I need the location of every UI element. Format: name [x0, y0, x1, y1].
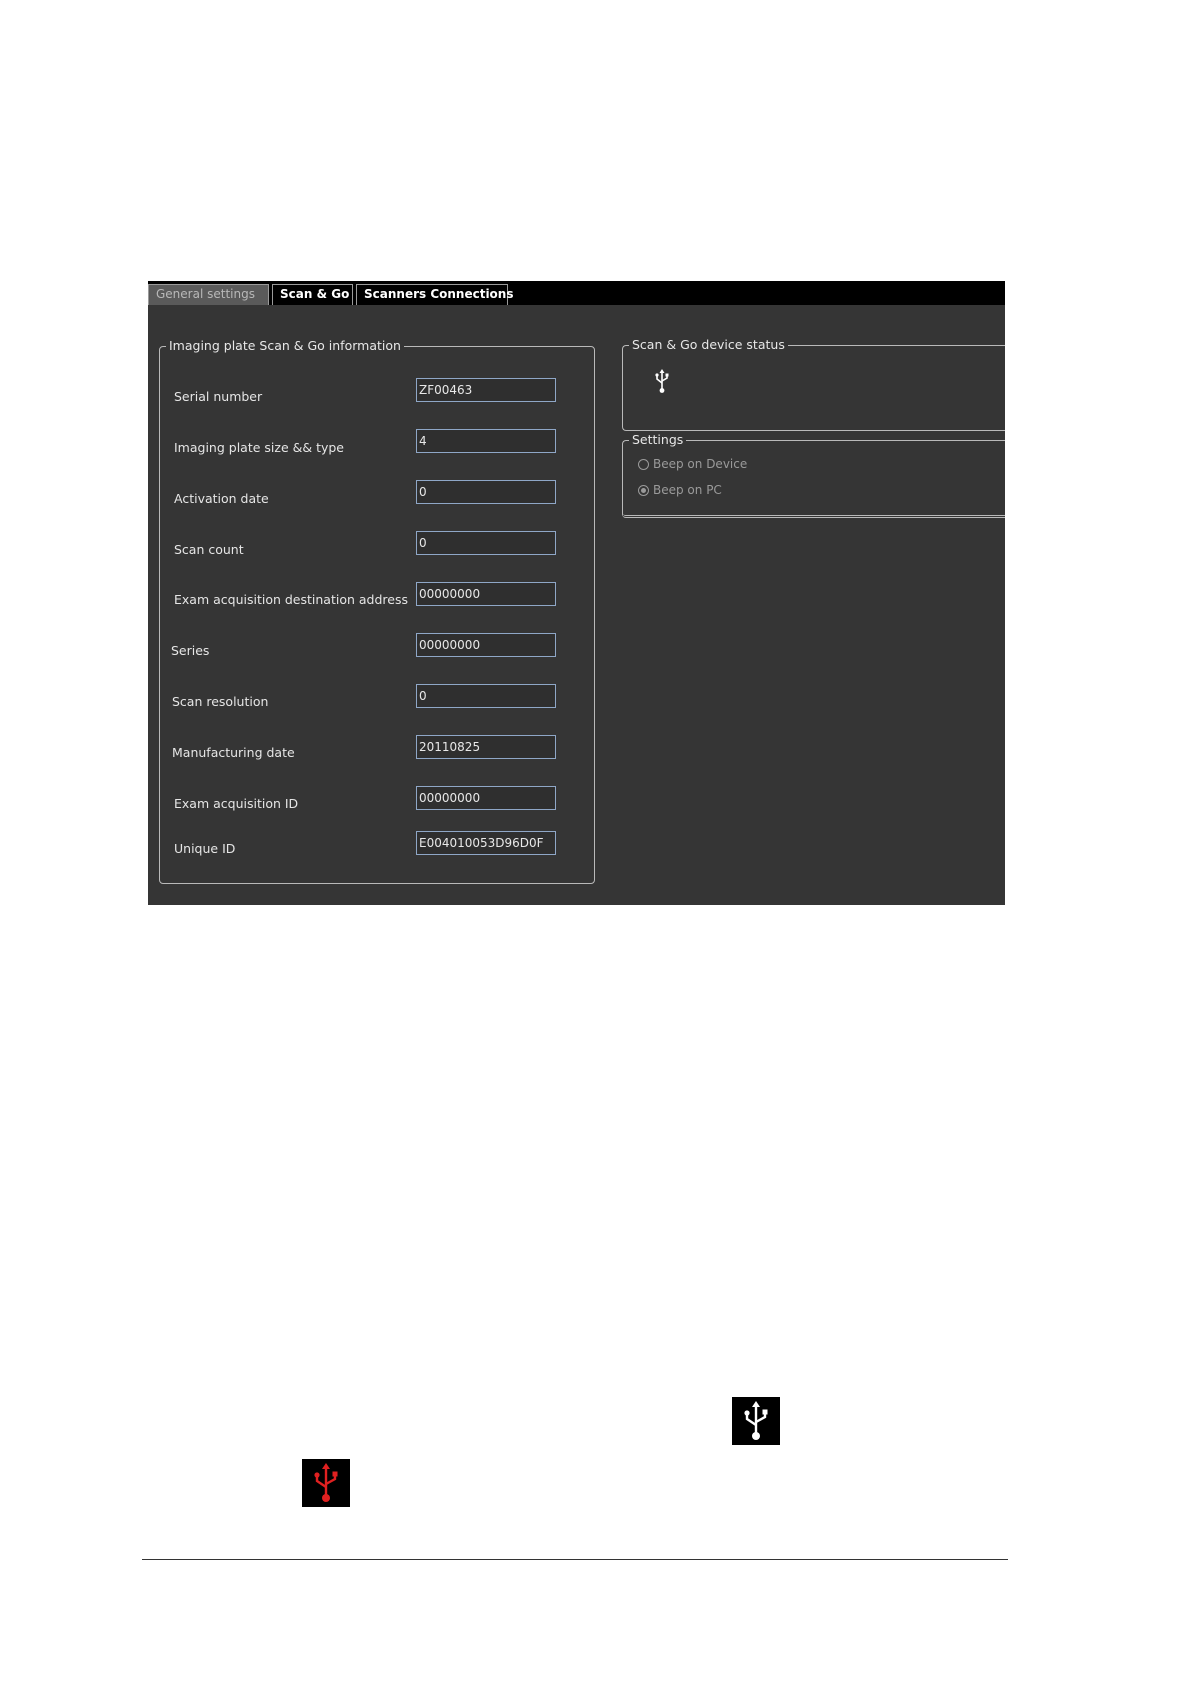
activation-date-label: Activation date — [174, 491, 269, 506]
exam-destination-address-field[interactable] — [416, 582, 556, 606]
manufacturing-date-label: Manufacturing date — [172, 745, 295, 760]
beep-on-device-option[interactable]: Beep on Device — [638, 457, 747, 471]
serial-number-field[interactable] — [416, 378, 556, 402]
beep-on-pc-option[interactable]: Beep on PC — [638, 483, 722, 497]
plate-size-type-label: Imaging plate size && type — [174, 440, 344, 455]
device-status-title: Scan & Go device status — [629, 337, 788, 353]
settings-group: Settings Beep on Device Beep on PC — [622, 432, 1005, 518]
series-label: Series — [171, 643, 210, 658]
beep-on-pc-label: Beep on PC — [653, 483, 722, 497]
tab-scan-and-go[interactable]: Scan & Go — [272, 284, 353, 305]
tab-general-settings[interactable]: General settings — [148, 284, 269, 305]
exam-acquisition-id-field[interactable] — [416, 786, 556, 810]
device-status-group: Scan & Go device status — [622, 337, 1005, 431]
scan-resolution-label: Scan resolution — [172, 694, 269, 709]
manufacturing-date-field[interactable] — [416, 735, 556, 759]
unique-id-field[interactable] — [416, 831, 556, 855]
serial-number-label: Serial number — [174, 389, 263, 404]
usb-icon — [655, 369, 669, 393]
series-field[interactable] — [416, 633, 556, 657]
tab-scanners-connections[interactable]: Scanners Connections — [356, 284, 513, 305]
beep-on-pc-radio[interactable] — [638, 484, 649, 496]
info-group-title: Imaging plate Scan & Go information — [166, 338, 404, 354]
unique-id-label: Unique ID — [174, 841, 236, 856]
scan-count-field[interactable] — [416, 531, 556, 555]
usb-disconnected-icon — [302, 1459, 350, 1507]
beep-on-device-radio[interactable] — [638, 458, 649, 470]
beep-on-device-label: Beep on Device — [653, 457, 748, 471]
scan-resolution-field[interactable] — [416, 684, 556, 708]
imaging-plate-info-group: Imaging plate Scan & Go information Seri… — [159, 338, 595, 884]
scan-count-label: Scan count — [174, 542, 244, 557]
exam-destination-address-label: Exam acquisition destination address — [174, 592, 408, 607]
plate-size-type-field[interactable] — [416, 429, 556, 453]
tab-bar: General settings Scan & Go Scanners Conn… — [148, 281, 1005, 305]
exam-acquisition-id-label: Exam acquisition ID — [174, 796, 299, 811]
settings-title: Settings — [629, 432, 687, 448]
footer-divider — [142, 1559, 1008, 1560]
usb-connected-icon — [732, 1397, 780, 1445]
activation-date-field[interactable] — [416, 480, 556, 504]
settings-window: General settings Scan & Go Scanners Conn… — [148, 281, 1005, 905]
